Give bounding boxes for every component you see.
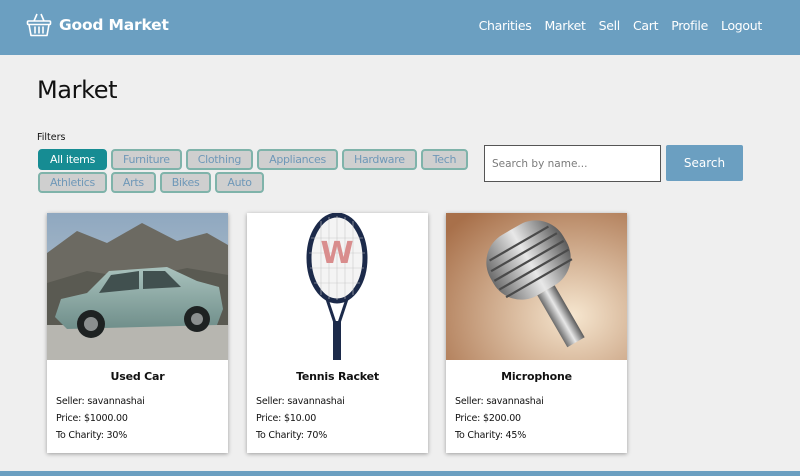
product-price: Price: $10.00: [256, 413, 317, 424]
filter-row-1: All items Furniture Clothing Appliances …: [38, 149, 469, 170]
nav-sell[interactable]: Sell: [599, 18, 621, 33]
product-price: Price: $1000.00: [56, 413, 128, 424]
product-seller: Seller: savannashai: [455, 396, 544, 407]
nav-profile[interactable]: Profile: [671, 18, 708, 33]
filter-arts[interactable]: Arts: [110, 172, 156, 193]
filter-row-2: Athletics Arts Bikes Auto: [38, 172, 264, 193]
brand-logo[interactable]: Good Market: [26, 12, 169, 38]
main-nav: Charities Market Sell Cart Profile Logou…: [479, 18, 763, 33]
product-charity: To Charity: 45%: [455, 430, 527, 441]
page-title: Market: [37, 76, 118, 104]
product-seller: Seller: savannashai: [256, 396, 345, 407]
product-card-tennis-racket[interactable]: W Tennis Racket Seller: savannashai Pric…: [247, 213, 428, 453]
filter-hardware[interactable]: Hardware: [341, 149, 417, 170]
product-charity: To Charity: 30%: [56, 430, 128, 441]
car-image: [47, 213, 228, 360]
product-charity: To Charity: 70%: [256, 430, 328, 441]
product-name: Tennis Racket: [296, 370, 379, 383]
filter-furniture[interactable]: Furniture: [111, 149, 182, 170]
filter-athletics[interactable]: Athletics: [38, 172, 107, 193]
filter-appliances[interactable]: Appliances: [257, 149, 338, 170]
tennis-racket-image: W: [247, 213, 428, 360]
product-name: Microphone: [501, 370, 572, 383]
microphone-image: [446, 213, 627, 360]
filter-auto[interactable]: Auto: [215, 172, 264, 193]
product-seller: Seller: savannashai: [56, 396, 145, 407]
product-price: Price: $200.00: [455, 413, 521, 424]
product-name: Used Car: [110, 370, 165, 383]
footer-bar: [0, 471, 800, 476]
filter-bikes[interactable]: Bikes: [159, 172, 212, 193]
filter-tech[interactable]: Tech: [420, 149, 469, 170]
nav-cart[interactable]: Cart: [633, 18, 659, 33]
nav-market[interactable]: Market: [544, 18, 585, 33]
filter-clothing[interactable]: Clothing: [185, 149, 254, 170]
nav-charities[interactable]: Charities: [479, 18, 532, 33]
product-card-microphone[interactable]: Microphone Seller: savannashai Price: $2…: [446, 213, 627, 453]
svg-text:W: W: [320, 236, 353, 271]
top-navbar: Good Market Charities Market Sell Cart P…: [0, 0, 800, 55]
product-card-used-car[interactable]: Used Car Seller: savannashai Price: $100…: [47, 213, 228, 453]
search-button[interactable]: Search: [666, 145, 743, 181]
search-input[interactable]: [484, 145, 661, 182]
nav-logout[interactable]: Logout: [721, 18, 762, 33]
filters-label: Filters: [37, 132, 66, 143]
filter-all-items[interactable]: All items: [38, 149, 108, 170]
basket-icon: [26, 13, 52, 37]
brand-name: Good Market: [59, 16, 169, 34]
